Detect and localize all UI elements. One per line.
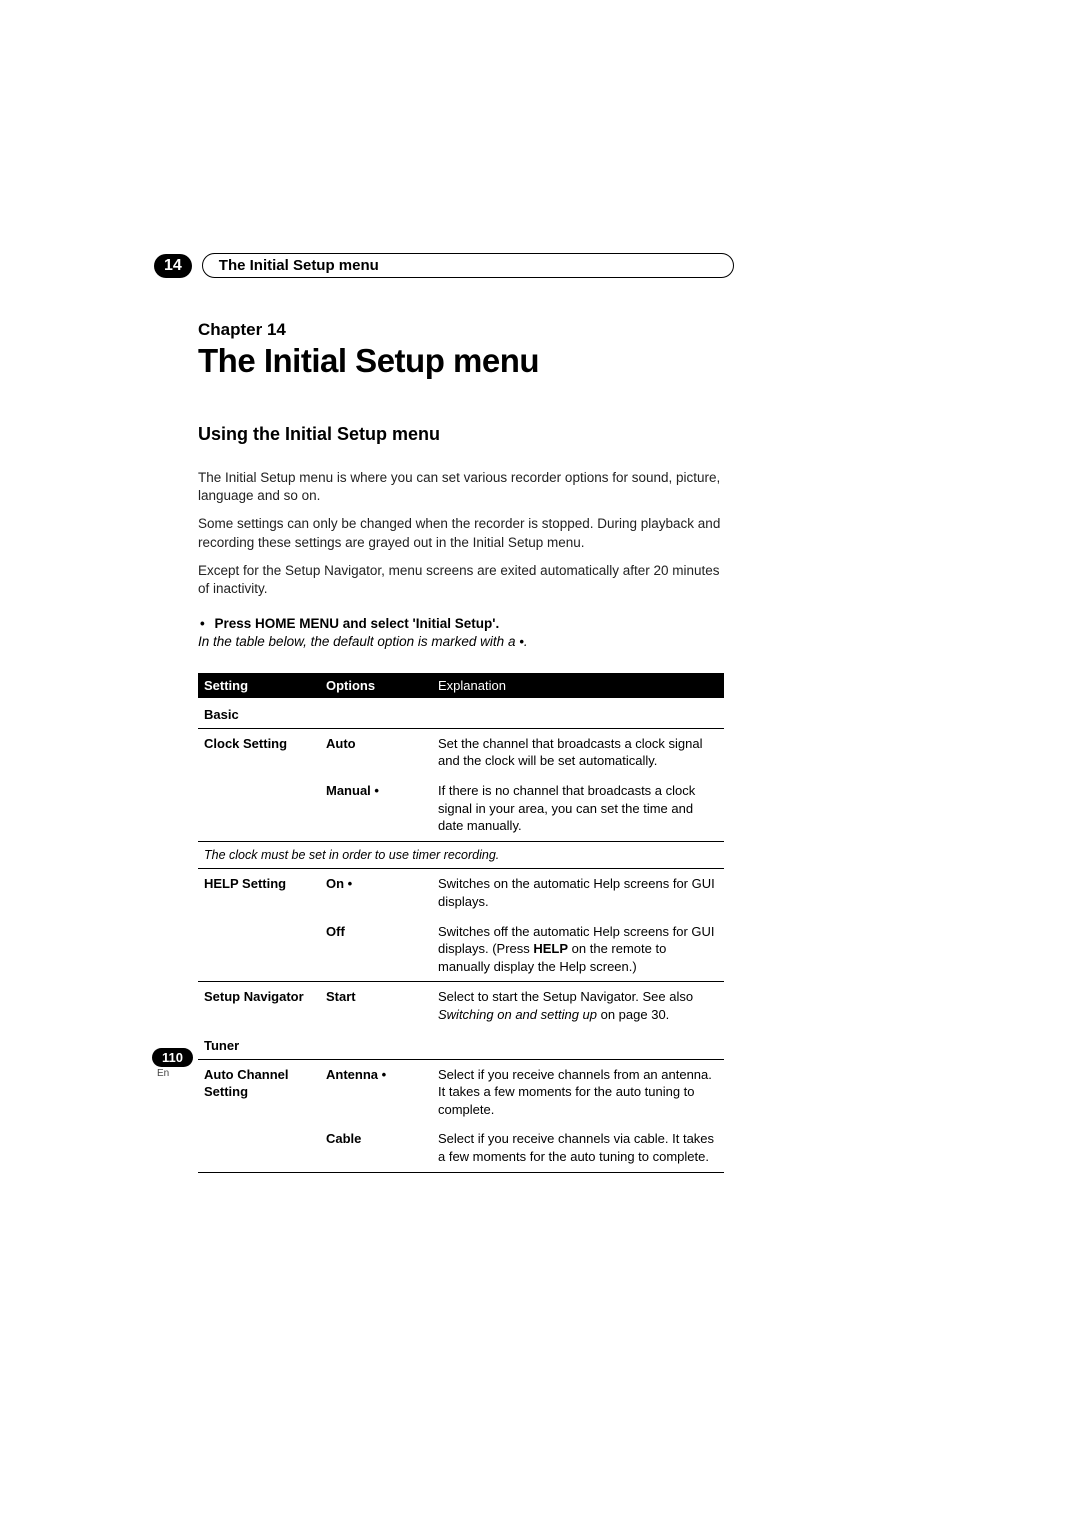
table-row: Manual • If there is no channel that bro… — [198, 776, 724, 841]
chapter-number-badge: 14 — [154, 254, 192, 278]
cell-setting-empty — [198, 917, 320, 982]
th-options: Options — [320, 673, 432, 698]
paragraph-3: Except for the Setup Navigator, menu scr… — [198, 562, 734, 598]
cell-option: Antenna • — [320, 1059, 432, 1124]
cell-setting: Setup Navigator — [198, 982, 320, 1030]
paragraph-1: The Initial Setup menu is where you can … — [198, 469, 734, 505]
table-section-basic: Basic — [198, 698, 724, 728]
exp-post: on page 30. — [597, 1007, 669, 1022]
table-row: Cable Select if you receive channels via… — [198, 1124, 724, 1171]
table-section-tuner: Tuner — [198, 1029, 724, 1059]
cell-setting: Clock Setting — [198, 728, 320, 776]
chapter-title: The Initial Setup menu — [198, 342, 734, 380]
cell-setting: HELP Setting — [198, 869, 320, 917]
th-explanation: Explanation — [432, 673, 724, 698]
cell-option: Auto — [320, 728, 432, 776]
cell-explanation: Set the channel that broadcasts a clock … — [432, 728, 724, 776]
th-setting: Setting — [198, 673, 320, 698]
cell-explanation: Select if you receive channels via cable… — [432, 1124, 724, 1171]
table-row: Clock Setting Auto Set the channel that … — [198, 728, 724, 776]
instruction-text: Press HOME MENU and select 'Initial Setu… — [214, 616, 734, 631]
cell-note: The clock must be set in order to use ti… — [198, 841, 724, 869]
settings-table: Setting Options Explanation Basic Clock … — [198, 673, 724, 1172]
section-label-basic: Basic — [198, 698, 724, 728]
cell-option: Start — [320, 982, 432, 1030]
cell-option: Cable — [320, 1124, 432, 1171]
table-row: HELP Setting On • Switches on the automa… — [198, 869, 724, 917]
table-row: Auto Channel Setting Antenna • Select if… — [198, 1059, 724, 1124]
table-header-row: Setting Options Explanation — [198, 673, 724, 698]
separator — [198, 1172, 724, 1173]
cell-explanation: Switches off the automatic Help screens … — [432, 917, 724, 982]
cell-option: Manual • — [320, 776, 432, 841]
chapter-header: 14 The Initial Setup menu — [154, 253, 734, 278]
cell-setting: Auto Channel Setting — [198, 1059, 320, 1124]
cell-explanation: Select if you receive channels from an a… — [432, 1059, 724, 1124]
cell-explanation: If there is no channel that broadcasts a… — [432, 776, 724, 841]
cell-explanation: Switches on the automatic Help screens f… — [432, 869, 724, 917]
paragraph-2: Some settings can only be changed when t… — [198, 515, 734, 551]
cell-explanation: Select to start the Setup Navigator. See… — [432, 982, 724, 1030]
chapter-header-pill: The Initial Setup menu — [202, 253, 734, 278]
cell-setting-empty — [198, 1124, 320, 1171]
page-content: 14 The Initial Setup menu Chapter 14 The… — [154, 253, 734, 1173]
table-row: Off Switches off the automatic Help scre… — [198, 917, 724, 982]
section-heading: Using the Initial Setup menu — [198, 424, 734, 445]
instruction-bullet: Press HOME MENU and select 'Initial Setu… — [214, 616, 734, 631]
table-note: In the table below, the default option i… — [198, 634, 734, 649]
language-label: En — [157, 1068, 169, 1079]
page-number-badge: 110 — [152, 1048, 193, 1067]
cell-option: Off — [320, 917, 432, 982]
exp-italic: Switching on and setting up — [438, 1007, 597, 1022]
exp-bold: HELP — [533, 941, 568, 956]
exp-pre: Select to start the Setup Navigator. See… — [438, 989, 693, 1004]
cell-setting-empty — [198, 776, 320, 841]
table-row: Setup Navigator Start Select to start th… — [198, 982, 724, 1030]
chapter-label: Chapter 14 — [198, 320, 734, 340]
table-inline-note: The clock must be set in order to use ti… — [198, 841, 724, 869]
cell-option: On • — [320, 869, 432, 917]
section-label-tuner: Tuner — [198, 1029, 724, 1059]
